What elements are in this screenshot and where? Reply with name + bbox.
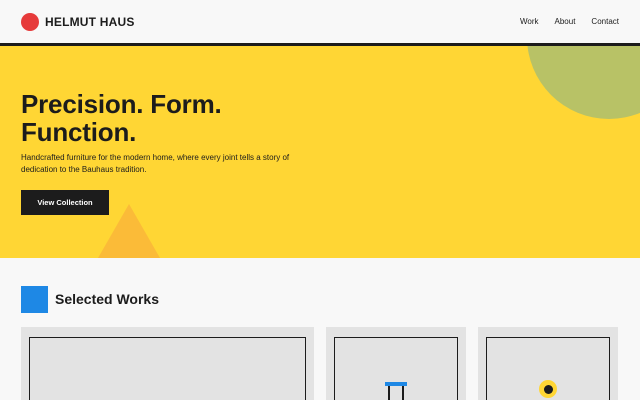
nav-link-about[interactable]: About [555,17,576,26]
nav-link-contact[interactable]: Contact [591,17,619,26]
nav-link-work[interactable]: Work [520,17,539,26]
work-card[interactable] [21,327,314,400]
hero-title-line1: Precision. Form. [21,89,222,119]
main-nav: Work About Contact [504,17,619,26]
hero-title-line2: Function. [21,117,137,147]
lamp-illustration-icon [539,380,557,398]
brand-name: HELMUT HAUS [45,15,135,29]
hero-section: Precision. Form. Function. Handcrafted f… [0,46,640,258]
section-title: Selected Works [55,291,160,307]
card-frame [29,337,306,400]
blue-square-icon [21,286,48,313]
view-collection-button[interactable]: View Collection [21,190,109,215]
decorative-green-circle [527,46,640,119]
stool-leg [402,386,404,400]
page: HELMUT HAUS Work About Contact Precision… [0,0,640,400]
lamp-bulb [543,384,553,394]
site-header: HELMUT HAUS Work About Contact [0,0,640,46]
stool-illustration-icon [385,382,407,400]
hero-title: Precision. Form. Function. [21,90,321,146]
hero-subtitle: Handcrafted furniture for the modern hom… [21,153,290,174]
stool-leg [388,386,390,400]
brand-logo[interactable]: HELMUT HAUS [21,13,135,31]
red-circle-logo-icon [21,13,39,31]
